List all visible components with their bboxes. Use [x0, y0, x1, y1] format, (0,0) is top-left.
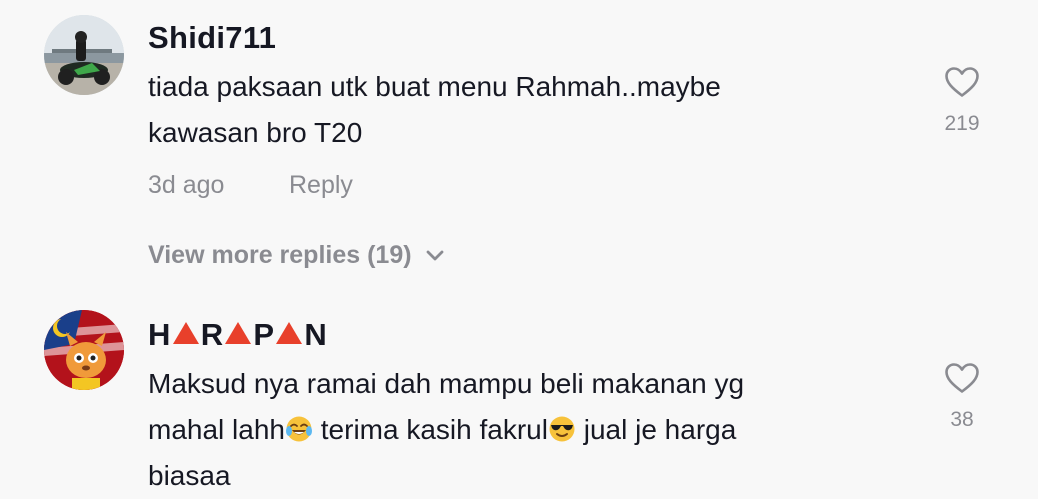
- like-count: 38: [950, 408, 974, 431]
- username-letter: N: [304, 317, 328, 352]
- avatar[interactable]: [44, 15, 124, 95]
- comment-text-fragment: jual je harga: [575, 414, 737, 445]
- reply-button[interactable]: Reply: [289, 171, 353, 200]
- view-more-replies-label: View more replies (19): [148, 241, 412, 269]
- avatar-image: [44, 15, 124, 95]
- comment-text-line: biasaa: [148, 460, 231, 491]
- smiling-face-with-sunglasses-emoji: [549, 416, 575, 442]
- chevron-down-icon: [426, 250, 443, 260]
- heart-outline-icon: [945, 363, 979, 393]
- like-button[interactable]: 219: [932, 66, 992, 136]
- comment-timestamp: 3d ago: [148, 171, 225, 199]
- comment-text-fragment: terima kasih fakrul: [312, 414, 548, 445]
- avatar[interactable]: [44, 310, 124, 390]
- comment-item: HRPN Maksud nya ramai dah mampu beli mak…: [0, 300, 1038, 492]
- like-button[interactable]: 38: [932, 362, 992, 432]
- red-triangle-icon: [172, 322, 199, 344]
- comment-text-line: kawasan bro T20: [148, 117, 363, 148]
- comment-item: Shidi711 tiada paksaan utk buat menu Rah…: [0, 0, 1038, 230]
- comment-text: tiada paksaan utk buat menu Rahmah..mayb…: [148, 64, 868, 156]
- view-more-replies-button[interactable]: View more replies (19): [148, 241, 444, 270]
- username-letter: R: [200, 317, 224, 352]
- like-count: 219: [944, 112, 980, 135]
- red-triangle-icon: [276, 322, 303, 344]
- comment-text-line: mahal lahh terima kasih fakrul jual je h…: [148, 407, 868, 453]
- comment-text-line: Maksud nya ramai dah mampu beli makanan …: [148, 368, 745, 399]
- comment-text-fragment: mahal lahh: [148, 414, 285, 445]
- face-with-tears-of-joy-emoji: [285, 416, 312, 442]
- comment-text-line: tiada paksaan utk buat menu Rahmah..mayb…: [148, 71, 721, 102]
- comment-text: Maksud nya ramai dah mampu beli makanan …: [148, 361, 868, 499]
- username-letter: H: [148, 317, 171, 352]
- comment-username[interactable]: Shidi711: [148, 20, 276, 56]
- avatar-image: [44, 310, 124, 390]
- heart-outline-icon: [945, 67, 979, 97]
- comment-username[interactable]: HRPN: [148, 317, 327, 353]
- username-letter: P: [253, 317, 275, 352]
- red-triangle-icon: [225, 322, 252, 344]
